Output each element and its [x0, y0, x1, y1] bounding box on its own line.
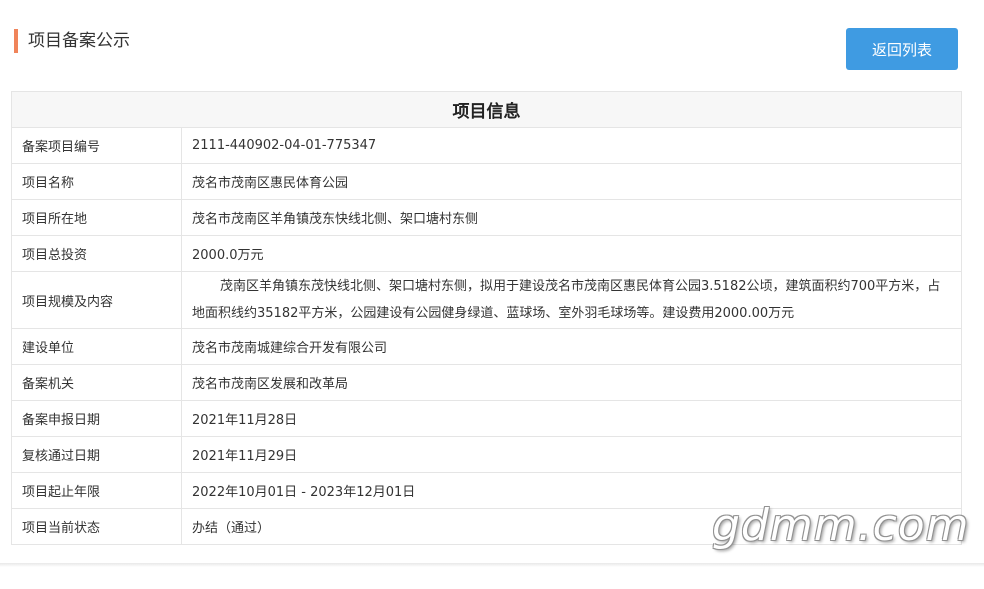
table-row: 项目总投资 2000.0万元 — [11, 235, 962, 272]
site-watermark: gdmm.com — [712, 500, 970, 551]
table-row: 复核通过日期 2021年11月29日 — [11, 436, 962, 473]
table-row: 备案机关 茂名市茂南区发展和改革局 — [11, 364, 962, 401]
row-label-construction-unit: 建设单位 — [11, 328, 182, 365]
row-label-project-period: 项目起止年限 — [11, 472, 182, 509]
row-value-construction-unit: 茂名市茂南城建综合开发有限公司 — [181, 328, 962, 365]
row-label-total-investment: 项目总投资 — [11, 235, 182, 272]
row-value-project-name: 茂名市茂南区惠民体育公园 — [181, 163, 962, 200]
row-label-review-date: 复核通过日期 — [11, 436, 182, 473]
table-row: 备案申报日期 2021年11月28日 — [11, 400, 962, 437]
title-accent-bar — [14, 29, 18, 53]
row-value-scale-content: 茂南区羊角镇东茂快线北侧、架口塘村东侧，拟用于建设茂名市茂南区惠民体育公园3.5… — [181, 271, 962, 329]
table-row: 项目规模及内容 茂南区羊角镇东茂快线北侧、架口塘村东侧，拟用于建设茂名市茂南区惠… — [11, 271, 962, 329]
table-heading: 项目信息 — [11, 91, 962, 128]
row-value-filing-authority: 茂名市茂南区发展和改革局 — [181, 364, 962, 401]
table-heading-row: 项目信息 — [11, 91, 962, 128]
back-to-list-button[interactable]: 返回列表 — [846, 28, 958, 70]
row-value-review-date: 2021年11月29日 — [181, 436, 962, 473]
row-label-filing-authority: 备案机关 — [11, 364, 182, 401]
row-label-project-code: 备案项目编号 — [11, 127, 182, 164]
row-value-filing-date: 2021年11月28日 — [181, 400, 962, 437]
row-value-location: 茂名市茂南区羊角镇茂东快线北侧、架口塘村东侧 — [181, 199, 962, 236]
row-label-current-status: 项目当前状态 — [11, 508, 182, 545]
table-row: 建设单位 茂名市茂南城建综合开发有限公司 — [11, 328, 962, 365]
row-label-scale-content: 项目规模及内容 — [11, 271, 182, 329]
row-label-filing-date: 备案申报日期 — [11, 400, 182, 437]
row-value-total-investment: 2000.0万元 — [181, 235, 962, 272]
table-row: 项目名称 茂名市茂南区惠民体育公园 — [11, 163, 962, 200]
row-label-project-name: 项目名称 — [11, 163, 182, 200]
page-header: 项目备案公示 返回列表 — [0, 0, 984, 90]
footer-divider — [0, 563, 984, 567]
row-label-location: 项目所在地 — [11, 199, 182, 236]
table-row: 项目所在地 茂名市茂南区羊角镇茂东快线北侧、架口塘村东侧 — [11, 199, 962, 236]
page-title: 项目备案公示 — [28, 31, 130, 51]
project-info-table: 项目信息 备案项目编号 2111-440902-04-01-775347 项目名… — [11, 91, 962, 545]
table-row: 备案项目编号 2111-440902-04-01-775347 — [11, 127, 962, 164]
row-value-project-code: 2111-440902-04-01-775347 — [181, 127, 962, 164]
